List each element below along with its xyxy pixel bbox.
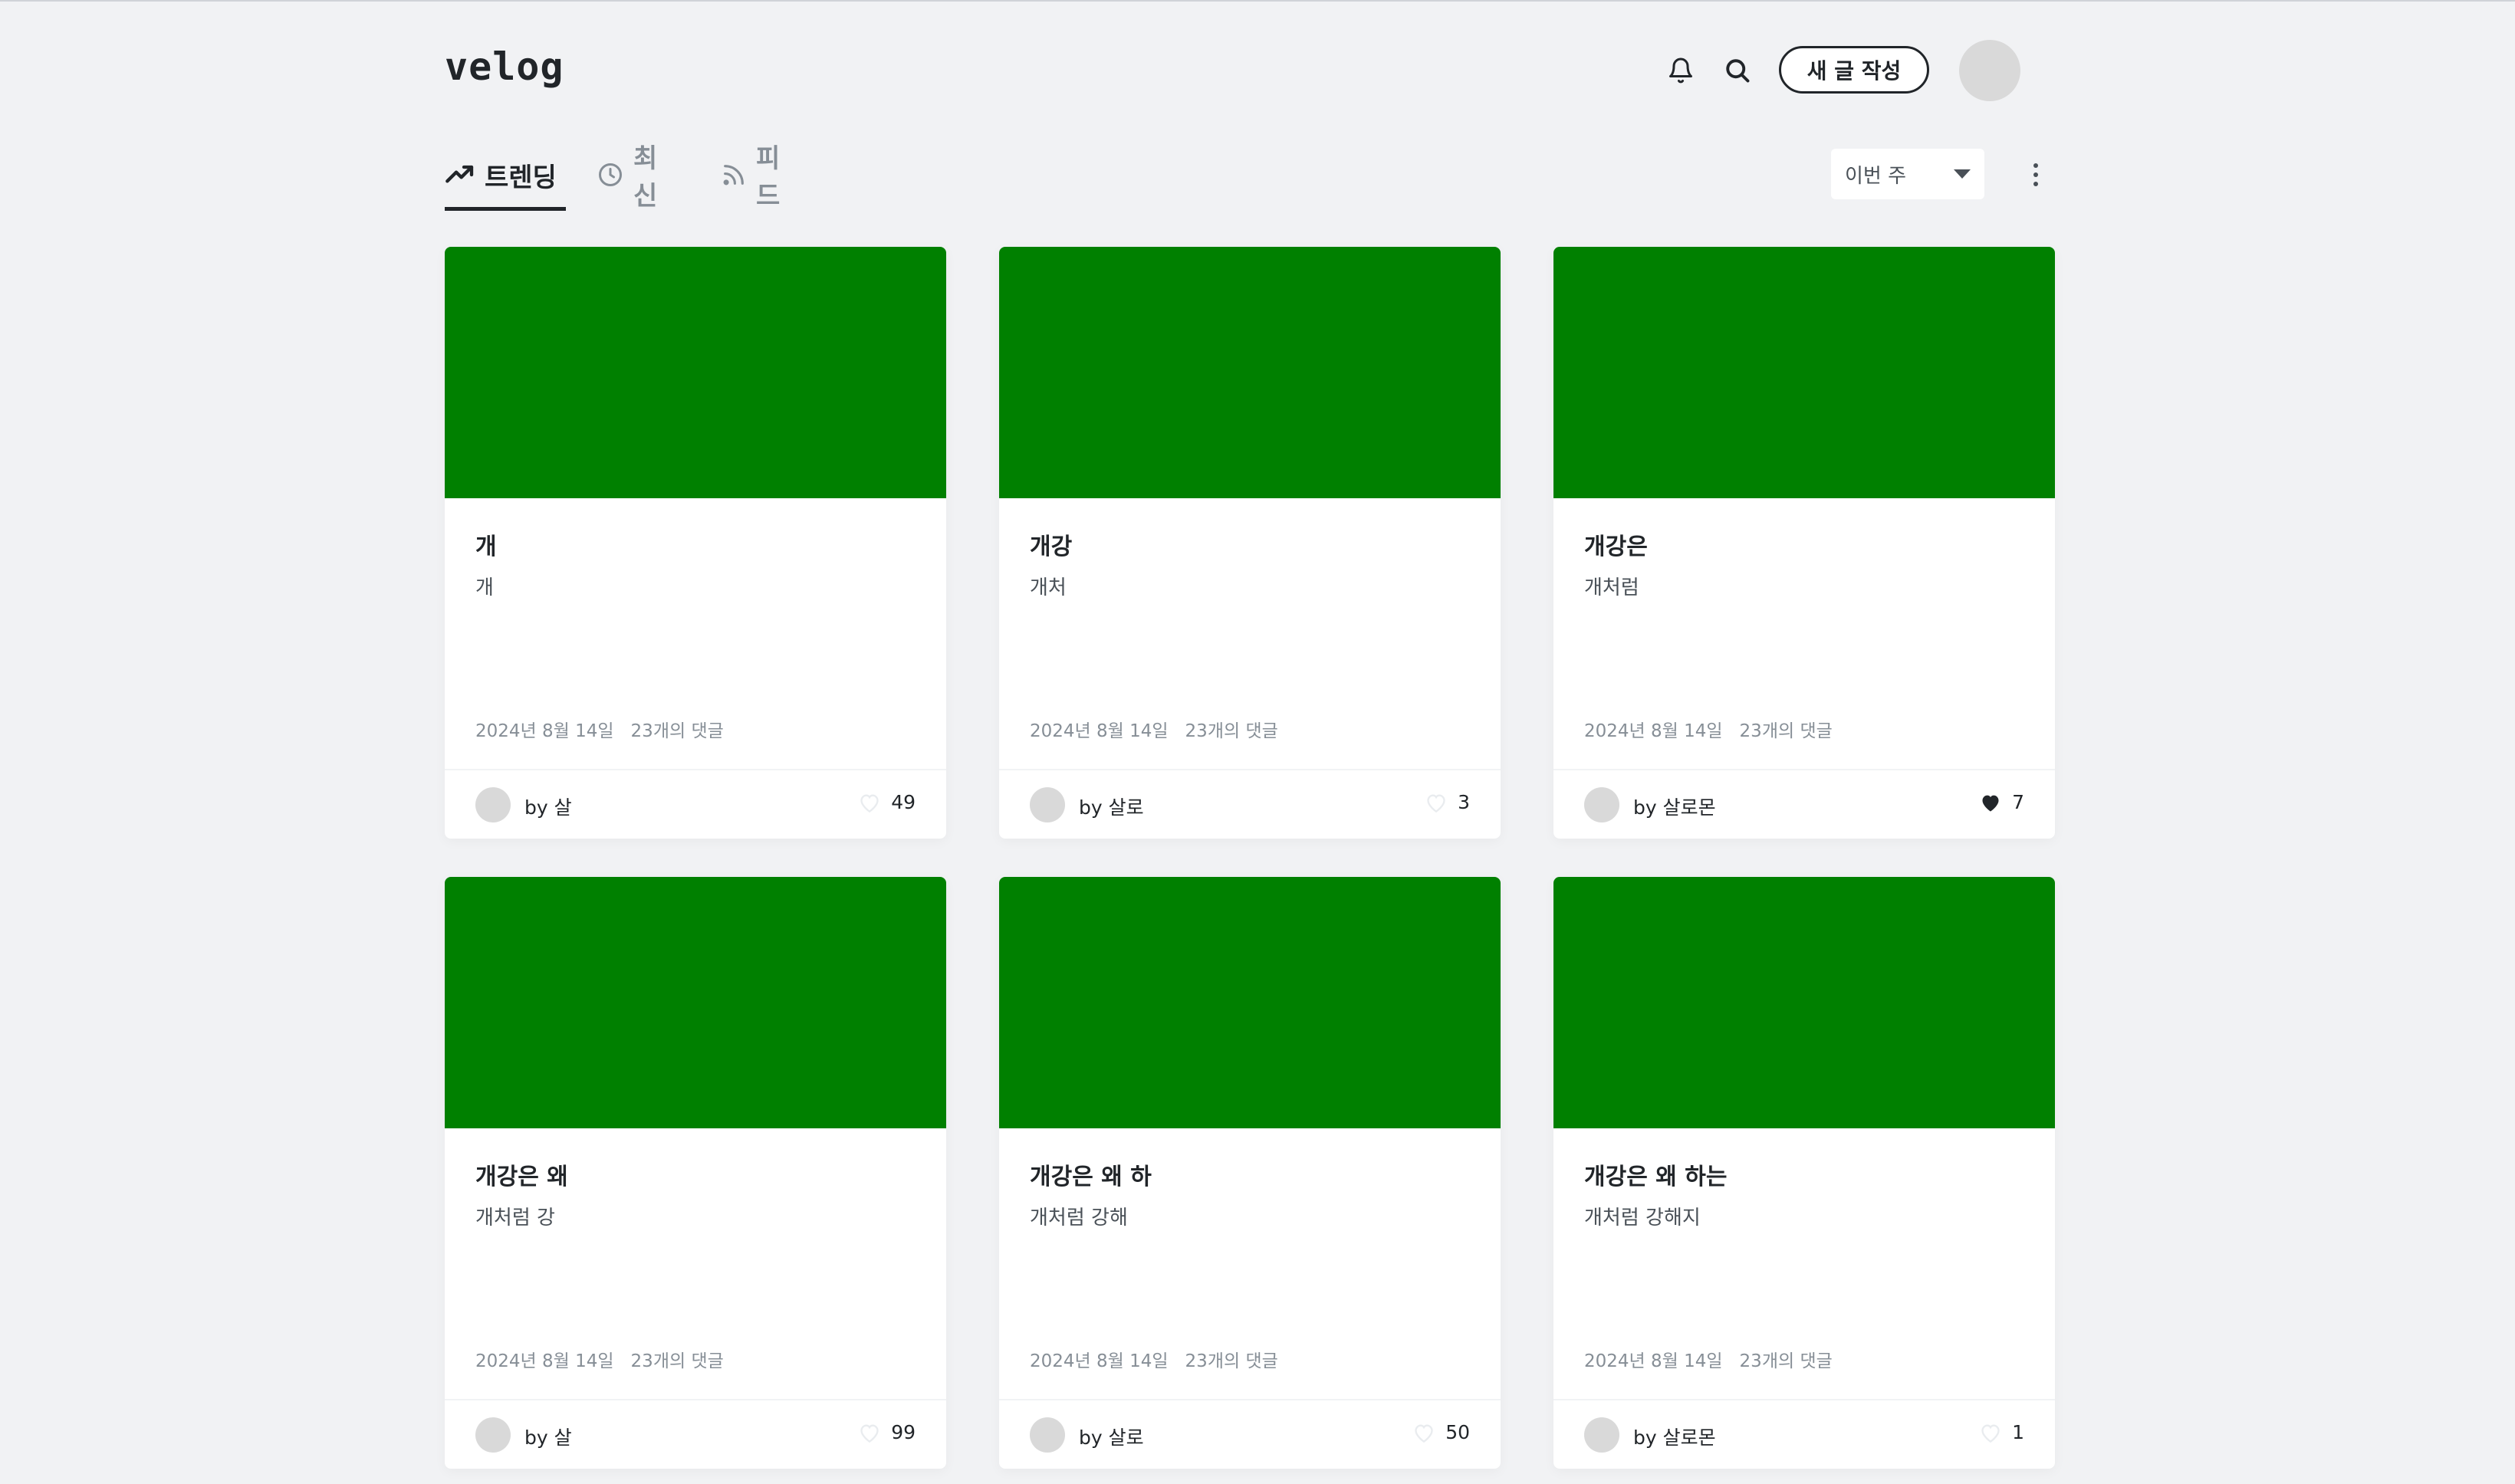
post-comments: 23개의 댓글: [1739, 1351, 1833, 1371]
post-comments: 23개의 댓글: [630, 721, 724, 741]
like-count-value: 49: [891, 791, 916, 813]
search-icon[interactable]: [1710, 43, 1765, 98]
post-thumbnail[interactable]: [1553, 877, 2055, 1128]
post-meta: 2024년 8월 14일 23개의 댓글: [1584, 1346, 1833, 1372]
like-count-value: 50: [1445, 1421, 1470, 1443]
post-title[interactable]: 개: [475, 527, 497, 561]
post-thumbnail[interactable]: [1553, 247, 2055, 498]
post-footer: by 살 49: [445, 769, 946, 839]
post-comments: 23개의 댓글: [1185, 721, 1278, 741]
heart-icon: [1980, 1423, 2001, 1443]
header: velog 새 글 작성: [445, 0, 2055, 141]
tab-trending[interactable]: 트렌딩: [445, 143, 566, 207]
post-author[interactable]: by 살: [524, 1423, 572, 1450]
post-description: 개: [475, 576, 494, 599]
author-avatar[interactable]: [475, 787, 511, 822]
post-description: 개처럼: [1584, 576, 1639, 599]
post-card[interactable]: 개 개 2024년 8월 14일 23개의 댓글 by 살 49: [445, 247, 946, 839]
post-footer: by 살로몬 1: [1553, 1399, 2055, 1469]
post-meta: 2024년 8월 14일 23개의 댓글: [1030, 716, 1278, 742]
tab-label: 트렌딩: [485, 162, 557, 193]
like-count: 7: [1980, 791, 2024, 813]
like-count-value: 99: [891, 1421, 916, 1443]
clock-icon: [597, 159, 624, 190]
author-avatar[interactable]: [1030, 787, 1065, 822]
post-card[interactable]: 개강은 왜 개처럼 강 2024년 8월 14일 23개의 댓글 by 살 99: [445, 877, 946, 1469]
more-options-icon[interactable]: [2017, 152, 2055, 198]
post-thumbnail[interactable]: [445, 877, 946, 1128]
post-thumbnail[interactable]: [999, 877, 1501, 1128]
heart-icon: [1413, 1423, 1435, 1443]
post-comments: 23개의 댓글: [1185, 1351, 1278, 1371]
user-avatar[interactable]: [1959, 40, 2020, 101]
post-title[interactable]: 개강은 왜 하는: [1584, 1157, 1728, 1191]
heart-icon: [1980, 793, 2001, 813]
post-title[interactable]: 개강은: [1584, 527, 1648, 561]
heart-icon: [859, 793, 880, 813]
like-count-value: 7: [2012, 791, 2024, 813]
tab-label: 피드: [756, 143, 781, 212]
post-author[interactable]: by 살로몬: [1633, 793, 1716, 820]
bell-icon[interactable]: [1653, 43, 1708, 98]
author-avatar[interactable]: [475, 1417, 511, 1453]
post-card[interactable]: 개강은 왜 하는 개처럼 강해지 2024년 8월 14일 23개의 댓글 by …: [1553, 877, 2055, 1469]
post-meta: 2024년 8월 14일 23개의 댓글: [475, 716, 724, 742]
trending-icon: [445, 159, 475, 190]
heart-icon: [859, 1423, 880, 1443]
like-count-value: 3: [1458, 791, 1470, 813]
write-post-button[interactable]: 새 글 작성: [1779, 46, 1929, 94]
post-thumbnail[interactable]: [445, 247, 946, 498]
like-count: 3: [1425, 791, 1470, 813]
post-meta: 2024년 8월 14일 23개의 댓글: [1584, 716, 1833, 742]
post-author[interactable]: by 살로: [1079, 793, 1144, 820]
post-author[interactable]: by 살: [524, 793, 572, 820]
post-card[interactable]: 개강은 왜 하 개처럼 강해 2024년 8월 14일 23개의 댓글 by 살로…: [999, 877, 1501, 1469]
post-card[interactable]: 개강은 개처럼 2024년 8월 14일 23개의 댓글 by 살로몬 7: [1553, 247, 2055, 839]
post-footer: by 살로 3: [999, 769, 1501, 839]
post-meta: 2024년 8월 14일 23개의 댓글: [475, 1346, 724, 1372]
post-author[interactable]: by 살로: [1079, 1423, 1144, 1450]
heart-icon: [1425, 793, 1447, 813]
post-title[interactable]: 개강: [1030, 527, 1072, 561]
rss-icon: [721, 159, 747, 190]
author-avatar[interactable]: [1030, 1417, 1065, 1453]
post-footer: by 살 99: [445, 1399, 946, 1469]
post-title[interactable]: 개강은 왜 하: [1030, 1157, 1152, 1191]
like-count: 1: [1980, 1421, 2024, 1443]
post-date: 2024년 8월 14일: [1584, 721, 1723, 741]
post-description: 개처: [1030, 576, 1067, 599]
post-date: 2024년 8월 14일: [1030, 1351, 1169, 1371]
post-comments: 23개의 댓글: [630, 1351, 724, 1371]
like-count: 49: [859, 791, 916, 813]
period-label: 이번 주: [1845, 164, 1907, 188]
post-card[interactable]: 개강 개처 2024년 8월 14일 23개의 댓글 by 살로 3: [999, 247, 1501, 839]
like-count: 99: [859, 1421, 916, 1443]
post-description: 개처럼 강: [475, 1207, 555, 1230]
post-thumbnail[interactable]: [999, 247, 1501, 498]
post-date: 2024년 8월 14일: [475, 721, 614, 741]
author-avatar[interactable]: [1584, 1417, 1619, 1453]
post-title[interactable]: 개강은 왜: [475, 1157, 568, 1191]
tab-label: 최신: [633, 143, 658, 212]
post-description: 개처럼 강해: [1030, 1207, 1128, 1230]
post-date: 2024년 8월 14일: [1584, 1351, 1723, 1371]
caret-down-icon: [1954, 163, 1971, 186]
post-date: 2024년 8월 14일: [1030, 721, 1169, 741]
post-comments: 23개의 댓글: [1739, 721, 1833, 741]
logo[interactable]: velog: [445, 44, 564, 89]
tab-recent[interactable]: 최신: [597, 143, 660, 212]
post-author[interactable]: by 살로몬: [1633, 1423, 1716, 1450]
post-meta: 2024년 8월 14일 23개의 댓글: [1030, 1346, 1278, 1372]
active-tab-indicator: [445, 207, 566, 211]
post-footer: by 살로몬 7: [1553, 769, 2055, 839]
like-count-value: 1: [2012, 1421, 2024, 1443]
post-description: 개처럼 강해지: [1584, 1207, 1701, 1230]
post-footer: by 살로 50: [999, 1399, 1501, 1469]
author-avatar[interactable]: [1584, 787, 1619, 822]
period-select[interactable]: 이번 주: [1831, 149, 1984, 199]
like-count: 50: [1413, 1421, 1470, 1443]
post-date: 2024년 8월 14일: [475, 1351, 614, 1371]
tab-feed[interactable]: 피드: [721, 143, 784, 212]
